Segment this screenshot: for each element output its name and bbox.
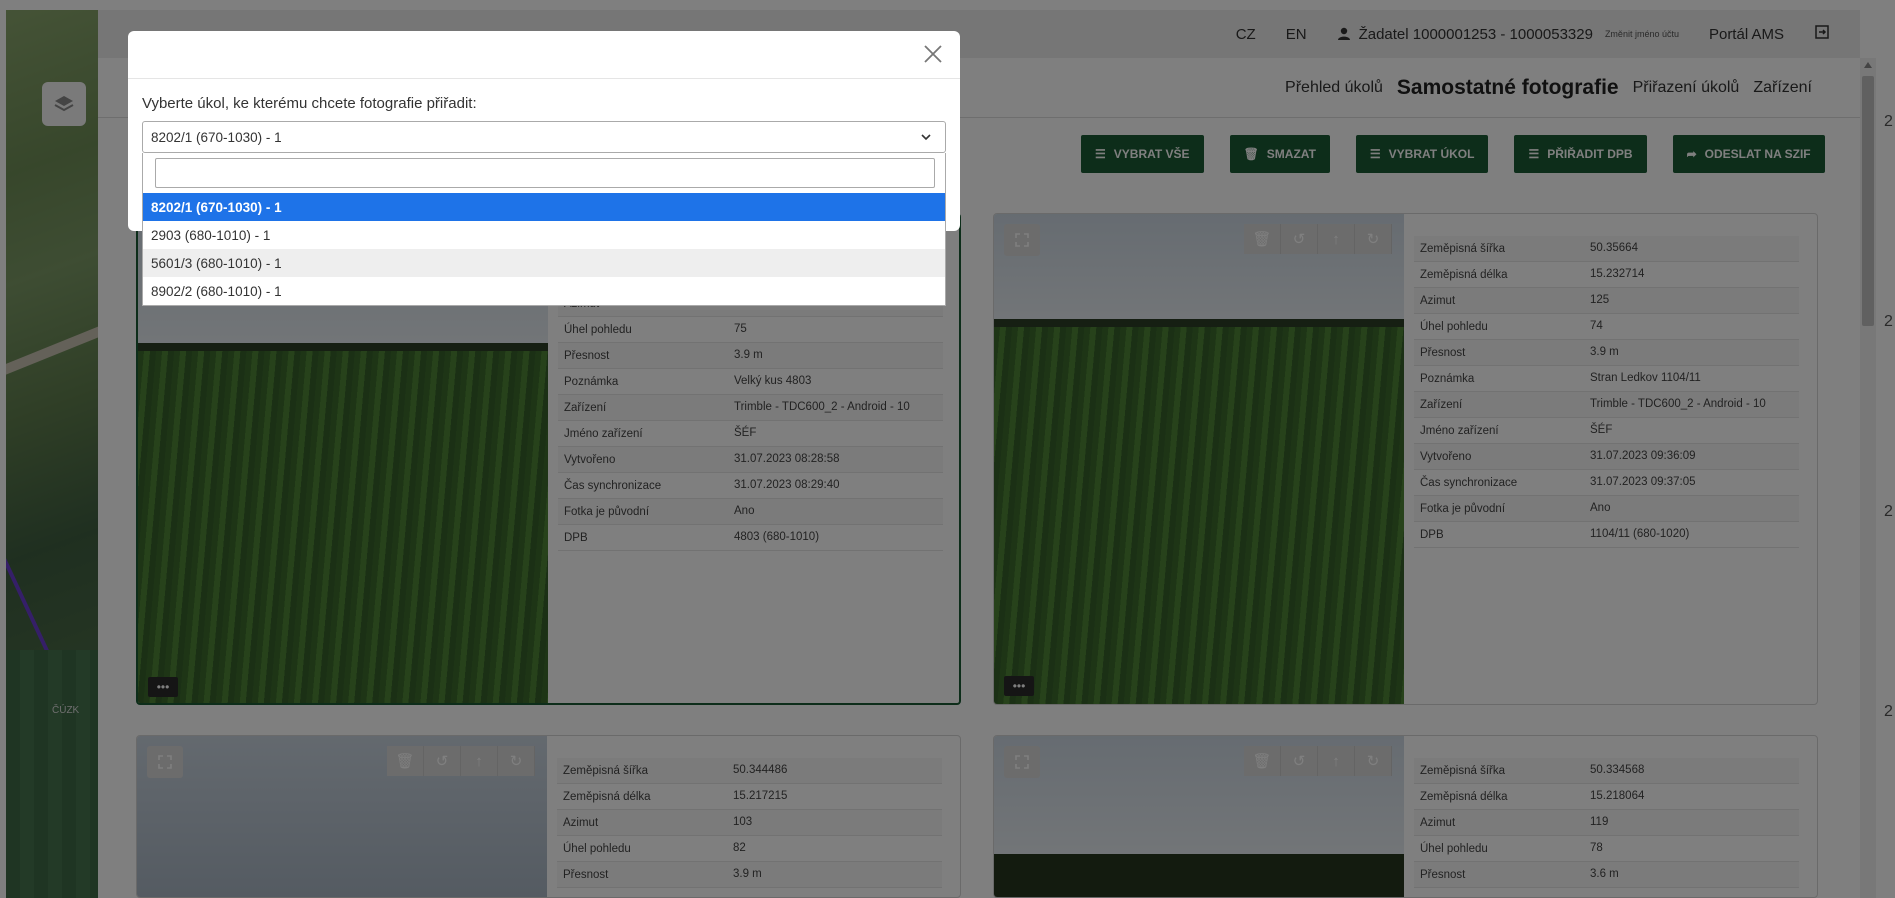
modal-header: [128, 31, 960, 79]
task-select-label: Vyberte úkol, ke kterému chcete fotograf…: [142, 95, 477, 112]
chevron-down-icon: [921, 134, 931, 141]
task-search-input[interactable]: [155, 158, 935, 188]
task-option[interactable]: 8902/2 (680-1010) - 1: [143, 277, 945, 305]
task-dropdown: 8202/1 (670-1030) - 1 2903 (680-1010) - …: [142, 153, 946, 306]
close-icon[interactable]: [922, 43, 944, 65]
task-option[interactable]: 8202/1 (670-1030) - 1: [143, 193, 945, 221]
task-option[interactable]: 2903 (680-1010) - 1: [143, 221, 945, 249]
task-select[interactable]: 8202/1 (670-1030) - 1: [142, 121, 946, 153]
task-option[interactable]: 5601/3 (680-1010) - 1: [143, 249, 945, 277]
task-select-value: 8202/1 (670-1030) - 1: [151, 129, 282, 145]
